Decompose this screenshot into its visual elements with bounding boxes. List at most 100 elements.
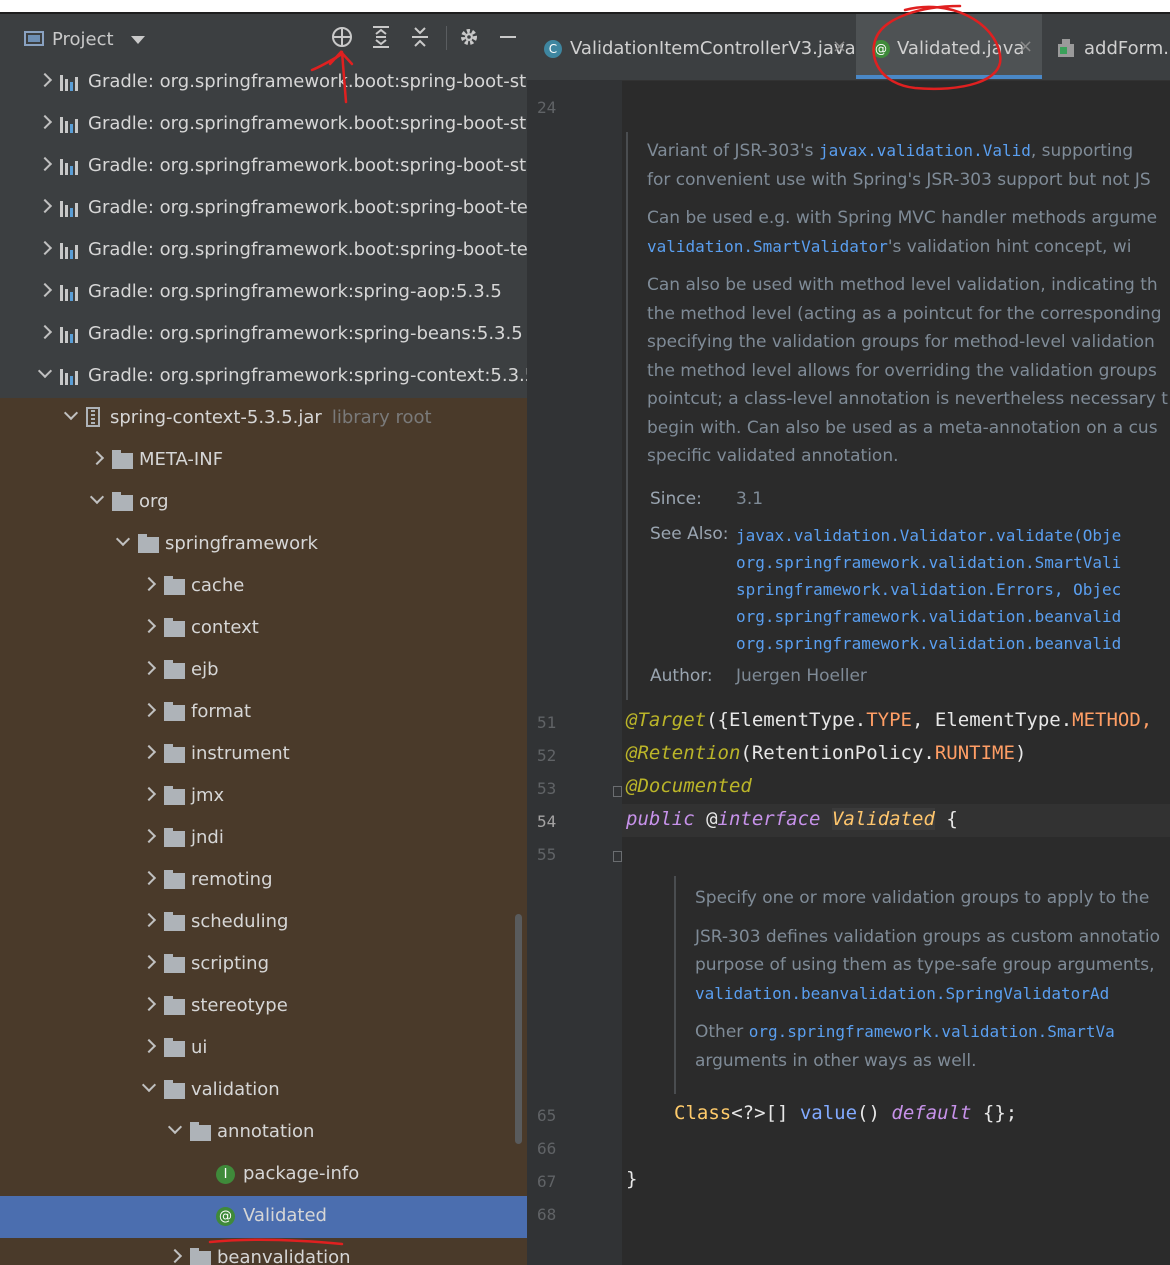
tree-scrollbar[interactable] [515, 914, 522, 1144]
code-line-67[interactable]: } [626, 1168, 637, 1190]
tree-node-gradle-org-springframework-spring-aop-5-3-5[interactable]: Gradle: org.springframework:spring-aop:5… [0, 272, 527, 314]
minimize-icon[interactable] [495, 24, 521, 50]
code-text: {}; [971, 1102, 1018, 1124]
chevron-down-icon[interactable] [90, 492, 104, 510]
tree-node-gradle-org-springframework-spring-beans-5-3-5[interactable]: Gradle: org.springframework:spring-beans… [0, 314, 527, 356]
see-also-link[interactable]: springframework.validation.Errors, Objec [736, 576, 1121, 603]
tree-node-jmx[interactable]: jmx [0, 776, 527, 818]
chevron-right-icon[interactable] [142, 744, 156, 762]
chevron-right-icon[interactable] [38, 198, 52, 216]
tree-node-annotation[interactable]: annotation [0, 1112, 527, 1154]
javadoc-link[interactable]: javax.validation.Valid [819, 141, 1031, 160]
tree-node-beanvalidation[interactable]: beanvalidation [0, 1238, 527, 1265]
chevron-right-icon[interactable] [142, 996, 156, 1014]
chevron-right-icon[interactable] [90, 450, 104, 468]
project-window-icon [24, 31, 44, 46]
tree-node-springframework[interactable]: springframework [0, 524, 527, 566]
tree-node-label: format [191, 701, 251, 722]
see-also-link[interactable]: org.springframework.validation.beanvalid [736, 630, 1121, 657]
chevron-right-icon[interactable] [142, 912, 156, 930]
chevron-down-icon[interactable] [38, 366, 52, 384]
chevron-down-icon[interactable] [116, 534, 130, 552]
expand-all-icon[interactable] [368, 24, 394, 50]
chevron-right-icon[interactable] [38, 72, 52, 90]
chevron-right-icon[interactable] [142, 870, 156, 888]
tree-node-package-info[interactable]: Ipackage-info [0, 1154, 527, 1196]
javadoc-line: purpose of using them as type-safe group… [695, 951, 1160, 980]
chevron-right-icon[interactable] [142, 702, 156, 720]
chevron-right-icon[interactable] [38, 240, 52, 258]
tree-node-spring-context-5-3-5-jar[interactable]: spring-context-5.3.5.jar library root [0, 398, 527, 440]
tree-node-jndi[interactable]: jndi [0, 818, 527, 860]
tree-node-instrument[interactable]: instrument [0, 734, 527, 776]
tree-node-scripting[interactable]: scripting [0, 944, 527, 986]
chevron-down-icon[interactable] [168, 1122, 182, 1140]
see-also-link[interactable]: org.springframework.validation.beanvalid [736, 603, 1121, 630]
close-icon[interactable]: × [832, 36, 847, 57]
chevron-right-icon[interactable] [38, 282, 52, 300]
javadoc-link[interactable]: validation.SmartValidator [647, 237, 888, 256]
tab-validated[interactable]: @ Validated.java × [856, 14, 1042, 79]
tree-node-text: scripting [191, 953, 269, 974]
tree-node-org[interactable]: org [0, 482, 527, 524]
chevron-right-icon[interactable] [142, 618, 156, 636]
tree-node-gradle-org-springframework-boot-spring-boot-test-aut[interactable]: Gradle: org.springframework.boot:spring-… [0, 230, 527, 272]
chevron-right-icon[interactable] [142, 828, 156, 846]
tree-node-label: package-info [243, 1163, 359, 1184]
javadoc-link[interactable]: validation.beanvalidation.SpringValidato… [695, 984, 1109, 1003]
javadoc-link[interactable]: org.springframework.validation.SmartVa [749, 1022, 1115, 1041]
code-line-54[interactable]: public @interface Validated { [626, 808, 958, 830]
code-line-52[interactable]: @Retention(RetentionPolicy.RUNTIME) [626, 742, 1026, 764]
tree-node-validated[interactable]: @ Validated [0, 1196, 527, 1238]
folder-icon [190, 1248, 211, 1265]
chevron-down-icon[interactable] [131, 36, 145, 44]
code-line-65[interactable]: Class<?>[] value() default {}; [674, 1102, 1017, 1124]
see-also-link[interactable]: javax.validation.Validator.validate(Obje [736, 522, 1121, 549]
tree-node-gradle-org-springframework-boot-spring-boot-starter[interactable]: Gradle: org.springframework.boot:spring-… [0, 146, 527, 188]
chevron-right-icon[interactable] [168, 1248, 182, 1265]
tree-node-gradle-org-springframework-boot-spring-boot-test-2-4[interactable]: Gradle: org.springframework.boot:spring-… [0, 188, 527, 230]
chevron-down-icon[interactable] [64, 408, 78, 426]
tree-node-ui[interactable]: ui [0, 1028, 527, 1070]
retention-annotation: @Retention [626, 742, 741, 764]
tree-node-stereotype[interactable]: stereotype [0, 986, 527, 1028]
chevron-right-icon[interactable] [38, 324, 52, 342]
tree-node-remoting[interactable]: remoting [0, 860, 527, 902]
chevron-right-icon[interactable] [142, 954, 156, 972]
tree-node-ejb[interactable]: ejb [0, 650, 527, 692]
tree-node-meta-inf[interactable]: META-INF [0, 440, 527, 482]
settings-icon[interactable] [456, 24, 482, 50]
tree-node-gradle-org-springframework-boot-spring-boot-starter[interactable]: Gradle: org.springframework.boot:spring-… [0, 62, 527, 104]
chevron-right-icon[interactable] [142, 786, 156, 804]
tree-node-format[interactable]: format [0, 692, 527, 734]
project-panel-title[interactable]: Project [52, 29, 114, 50]
tree-node-gradle-org-springframework-boot-spring-boot-starter[interactable]: Gradle: org.springframework.boot:spring-… [0, 104, 527, 146]
fold-marker-icon[interactable] [613, 851, 622, 862]
tree-node-text: Gradle: org.springframework.boot:spring-… [88, 71, 527, 92]
tree-node-gradle-org-springframework-spring-context-5-3-5[interactable]: Gradle: org.springframework:spring-conte… [0, 356, 527, 398]
see-also-link[interactable]: org.springframework.validation.SmartVali [736, 549, 1121, 576]
tree-node-text: Gradle: org.springframework:spring-beans… [88, 323, 523, 344]
documented-annotation: @Documented [626, 775, 752, 797]
chevron-right-icon[interactable] [142, 1038, 156, 1056]
tab-add-form[interactable]: addForm.h [1043, 14, 1170, 78]
code-line-51[interactable]: @Target({ElementType.TYPE, ElementType.M… [626, 709, 1152, 731]
chevron-right-icon[interactable] [38, 114, 52, 132]
tree-node-validation[interactable]: validation [0, 1070, 527, 1112]
chevron-right-icon[interactable] [142, 660, 156, 678]
keyword: default [891, 1102, 972, 1124]
chevron-down-icon[interactable] [142, 1080, 156, 1098]
tab-validation-item-controller[interactable]: C ValidationItemControllerV3.java × [527, 14, 856, 78]
code-line-53[interactable]: @Documented [626, 775, 752, 797]
tree-node-label: annotation [217, 1121, 314, 1142]
locate-icon[interactable] [329, 24, 355, 50]
tree-node-scheduling[interactable]: scheduling [0, 902, 527, 944]
tree-node-context[interactable]: context [0, 608, 527, 650]
line-number: 68 [537, 1205, 557, 1224]
close-icon[interactable]: × [1018, 36, 1033, 57]
chevron-right-icon[interactable] [142, 576, 156, 594]
collapse-all-icon[interactable] [407, 24, 433, 50]
tree-node-cache[interactable]: cache [0, 566, 527, 608]
fold-marker-icon[interactable] [613, 786, 622, 797]
chevron-right-icon[interactable] [38, 156, 52, 174]
